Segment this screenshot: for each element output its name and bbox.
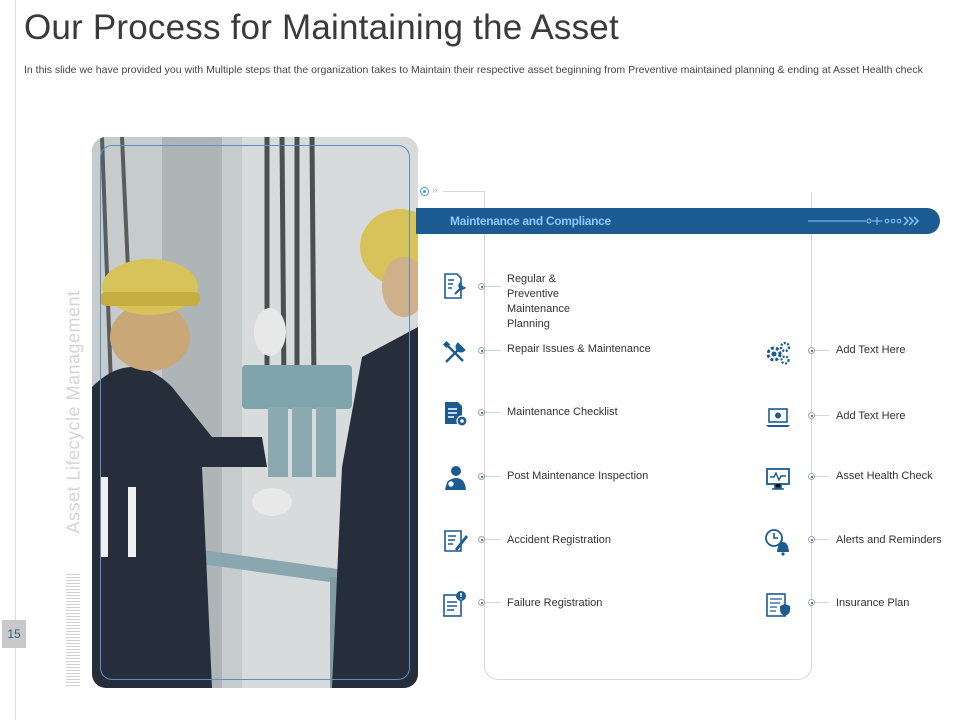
inspector-person-icon	[445, 466, 466, 490]
policy-shield-icon	[766, 593, 790, 617]
step-label: Failure Registration	[507, 597, 603, 609]
checklist-gear-icon	[445, 402, 468, 427]
tools-icon	[442, 340, 466, 363]
left-margin-rule	[15, 0, 16, 720]
step-label: Regular & Preventive Maintenance Plannin…	[507, 273, 570, 330]
step-dot	[808, 347, 815, 354]
step-dot	[478, 347, 485, 354]
wrench-document-icon	[444, 273, 466, 299]
step-tick	[485, 539, 501, 540]
laptop-settings-icon	[766, 408, 790, 427]
step-label: Post Maintenance Inspection	[507, 470, 649, 482]
step-dot	[808, 536, 815, 543]
step-label: Repair Issues & Maintenance	[507, 343, 651, 355]
step-dot	[478, 473, 485, 480]
step-tick	[485, 286, 501, 287]
step-tick	[815, 350, 829, 351]
banner-label: Maintenance and Compliance	[450, 214, 611, 228]
step-label: Add Text Here	[836, 410, 906, 422]
vertical-section-label: Asset Lifecycle Management	[63, 290, 84, 534]
gears-icon	[766, 341, 791, 365]
step-label: Add Text Here	[836, 344, 906, 356]
step-dot	[478, 599, 485, 606]
step-dot	[808, 473, 815, 480]
step-dot	[808, 599, 815, 606]
step-tick	[485, 602, 501, 603]
step-label: Alerts and Reminders	[836, 534, 942, 546]
banner-arrow-decoration	[808, 216, 920, 226]
alert-document-icon	[443, 591, 466, 617]
step-label: Insurance Plan	[836, 597, 910, 609]
step-dot	[478, 536, 485, 543]
step-tick	[815, 476, 829, 477]
step-dot	[808, 412, 815, 419]
connector-line	[443, 191, 485, 192]
step-tick	[815, 602, 829, 603]
step-tick	[485, 412, 501, 413]
step-dot	[478, 283, 485, 290]
page-number: 15	[2, 620, 26, 648]
clock-bell-icon	[765, 529, 789, 556]
connector-chevron-icon: »	[432, 185, 438, 196]
step-tick	[485, 350, 501, 351]
step-label: Asset Health Check	[836, 470, 933, 482]
register-pen-icon	[444, 530, 468, 552]
slide-subtitle: In this slide we have provided you with …	[24, 64, 923, 76]
step-tick	[815, 539, 829, 540]
workers-photo	[92, 137, 418, 688]
barcode-decoration	[66, 574, 80, 686]
step-label: Maintenance Checklist	[507, 406, 618, 418]
step-tick	[815, 415, 829, 416]
step-dot	[478, 409, 485, 416]
step-tick	[485, 476, 501, 477]
connector-node	[420, 187, 429, 196]
section-banner: Maintenance and Compliance	[416, 208, 940, 234]
monitor-pulse-icon	[766, 468, 790, 490]
step-label: Accident Registration	[507, 534, 611, 546]
slide-title: Our Process for Maintaining the Asset	[24, 8, 619, 47]
